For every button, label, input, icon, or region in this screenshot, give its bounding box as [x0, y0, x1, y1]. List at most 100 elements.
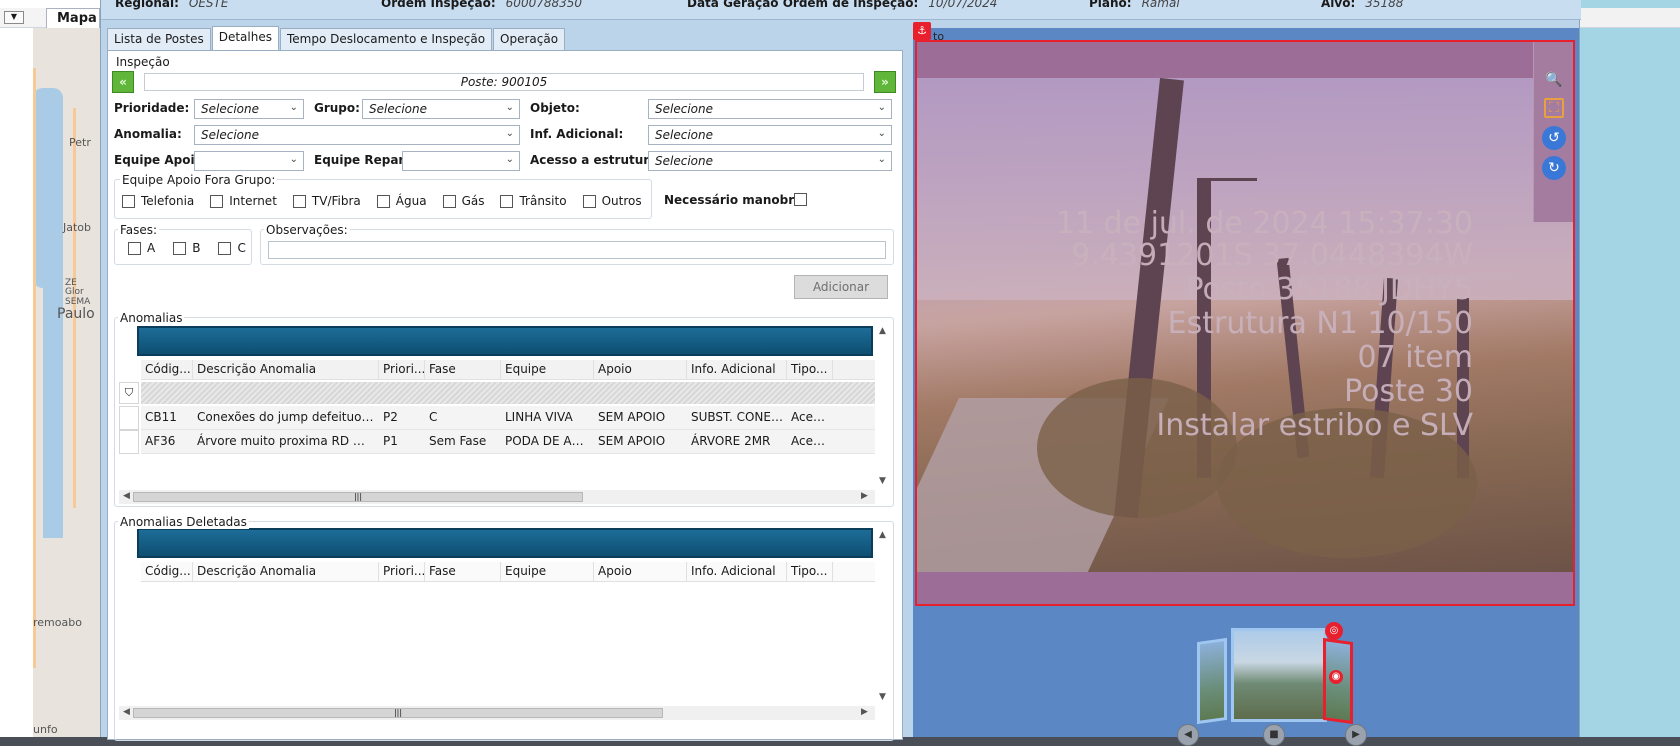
anchor-icon[interactable]: ⚓	[913, 22, 931, 40]
map-label: Glor	[65, 287, 84, 297]
objeto-label: Objeto:	[530, 101, 580, 115]
column-header[interactable]: Códig...	[141, 562, 193, 581]
column-header[interactable]: Apoio	[594, 360, 687, 379]
chevron-down-icon: ⌄	[505, 102, 514, 113]
checkbox-tv-fibra[interactable]: TV/Fibra	[292, 194, 361, 208]
checkbox-gas[interactable]: Gás	[442, 194, 484, 208]
row-selector[interactable]	[119, 430, 139, 454]
column-header[interactable]: Tipo...	[787, 360, 833, 379]
adicionar-button[interactable]: Adicionar	[794, 275, 888, 299]
double-chevron-right-icon[interactable]: »	[874, 71, 896, 93]
acesso-select[interactable]: Selecione ⌄	[648, 151, 892, 171]
target-icon[interactable]: ◉	[1329, 670, 1343, 684]
checkbox-outros[interactable]: Outros	[582, 194, 642, 208]
scrollbar-thumb[interactable]: |||	[133, 708, 663, 718]
row-selector[interactable]	[119, 406, 139, 430]
filter-icon[interactable]: ⛉	[119, 382, 139, 404]
scroll-down-icon[interactable]: ▼	[879, 476, 886, 486]
tab-content: Inspeção « Poste: 900105 » Prioridade: S…	[107, 50, 903, 741]
cell: SEM APOIO	[598, 410, 666, 424]
inspection-photo[interactable]: 11 de jul. de 2024 15:37:30 9.4391201S 3…	[917, 78, 1573, 572]
ocr-line: Posto 35188 JDHY5	[1185, 272, 1473, 307]
tab-tempo-deslocamento[interactable]: Tempo Deslocamento e Inspeção	[279, 28, 493, 50]
carousel-next-icon[interactable]: ▶	[1345, 724, 1367, 746]
carousel-prev-icon[interactable]: ◀	[1177, 724, 1199, 746]
grupo-label: Grupo:	[314, 101, 360, 115]
cell: ÁRVORE 2MR	[691, 434, 771, 448]
column-header[interactable]: Info. Adicional	[687, 360, 787, 379]
checkbox-fase-b[interactable]: B	[173, 241, 200, 255]
column-header[interactable]: Tipo...	[787, 562, 833, 581]
checkbox-telefonia[interactable]: Telefonia	[122, 194, 194, 208]
rotate-left-icon[interactable]: ↺	[1542, 126, 1566, 150]
scroll-up-icon[interactable]: ▲	[879, 326, 886, 336]
cell: AF36	[145, 434, 176, 448]
inf-adicional-label: Inf. Adicional:	[530, 127, 624, 141]
map-label: unfo	[33, 723, 58, 736]
scrollbar-thumb[interactable]: |||	[133, 492, 583, 502]
column-header[interactable]: Apoio	[594, 562, 687, 581]
crop-icon[interactable]: ⛶	[1544, 98, 1564, 118]
column-header[interactable]: Equipe	[501, 360, 594, 379]
grid-header-bar	[137, 326, 873, 356]
chevron-down-icon: ⌄	[289, 102, 298, 113]
thumbnail[interactable]	[1197, 637, 1227, 725]
table-row[interactable]: AF36 Árvore muito proxima RD MT < d... P…	[141, 430, 875, 454]
column-header[interactable]: Códig...	[141, 360, 193, 379]
target-icon[interactable]: ◎	[1325, 622, 1343, 640]
thumbnail-current[interactable]	[1231, 628, 1327, 722]
background-map[interactable]: Petr Jatob ZE Glor SEMA Paulo remoabo un…	[33, 28, 100, 737]
checkbox-agua[interactable]: Água	[376, 194, 427, 208]
tab-mapa[interactable]: Mapa	[46, 8, 100, 28]
column-header[interactable]: Fase	[425, 360, 501, 379]
tab-operacao[interactable]: Operação	[493, 28, 566, 50]
scroll-up-icon[interactable]: ▲	[879, 530, 886, 540]
rotate-right-icon[interactable]: ↻	[1542, 156, 1566, 180]
cell: SEM APOIO	[598, 434, 666, 448]
column-header[interactable]: Priori...	[379, 360, 425, 379]
scroll-left-icon[interactable]: ◀	[123, 707, 130, 717]
cell: LINHA VIVA	[505, 410, 573, 424]
chevron-down-icon[interactable]: ▼	[4, 11, 24, 24]
tab-lista-postes[interactable]: Lista de Postes	[107, 28, 211, 50]
horizontal-scrollbar[interactable]: ◀ ||| ▶	[119, 490, 875, 504]
scroll-down-icon[interactable]: ▼	[879, 692, 886, 702]
checkbox-internet[interactable]: Internet	[210, 194, 277, 208]
carousel-center-icon[interactable]: ■	[1263, 724, 1285, 746]
column-header[interactable]: Equipe	[501, 562, 594, 581]
anomalia-select[interactable]: Selecione ⌄	[194, 125, 520, 145]
double-chevron-left-icon[interactable]: «	[112, 71, 134, 93]
photo-viewer[interactable]: 11 de jul. de 2024 15:37:30 9.4391201S 3…	[915, 40, 1575, 606]
grupo-select[interactable]: Selecione ⌄	[362, 99, 520, 119]
zoom-icon[interactable]: 🔍	[1542, 68, 1566, 92]
checkbox-fase-c[interactable]: C	[218, 241, 246, 255]
objeto-select[interactable]: Selecione ⌄	[648, 99, 892, 119]
checkbox-fase-a[interactable]: A	[128, 241, 155, 255]
filter-row[interactable]	[141, 382, 875, 404]
column-header[interactable]: Descrição Anomalia	[193, 360, 379, 379]
manobra-checkbox[interactable]	[794, 193, 807, 206]
tab-detalhes[interactable]: Detalhes	[211, 26, 279, 50]
scroll-right-icon[interactable]: ▶	[861, 491, 868, 501]
cell: Sem Fase	[429, 434, 487, 448]
inf-adicional-select[interactable]: Selecione ⌄	[648, 125, 892, 145]
prioridade-select[interactable]: Selecione ⌄	[194, 99, 304, 119]
equipe-apoio-select[interactable]: ⌄	[194, 151, 304, 171]
map-label: remoabo	[33, 616, 82, 629]
equipe-reparo-select[interactable]: ⌄	[402, 151, 520, 171]
observacoes-input[interactable]	[268, 241, 886, 259]
equipe-fora-grupo-label: Equipe Apoio Fora Grupo:	[120, 173, 278, 187]
column-header[interactable]: Info. Adicional	[687, 562, 787, 581]
column-header[interactable]: Descrição Anomalia	[193, 562, 379, 581]
checkbox-transito[interactable]: Trânsito	[500, 194, 567, 208]
scroll-left-icon[interactable]: ◀	[123, 491, 130, 501]
scroll-right-icon[interactable]: ▶	[861, 707, 868, 717]
column-header[interactable]: Priori...	[379, 562, 425, 581]
table-row[interactable]: CB11 Conexões do jump defeituosas P2 C L…	[141, 406, 875, 430]
fases-options: A B C	[128, 241, 262, 255]
chevron-down-icon: ⌄	[877, 128, 886, 139]
column-header[interactable]: Fase	[425, 562, 501, 581]
prioridade-label: Prioridade:	[114, 101, 190, 115]
horizontal-scrollbar[interactable]: ◀ ||| ▶	[119, 706, 875, 720]
ocr-line: 07 item	[1357, 340, 1474, 375]
